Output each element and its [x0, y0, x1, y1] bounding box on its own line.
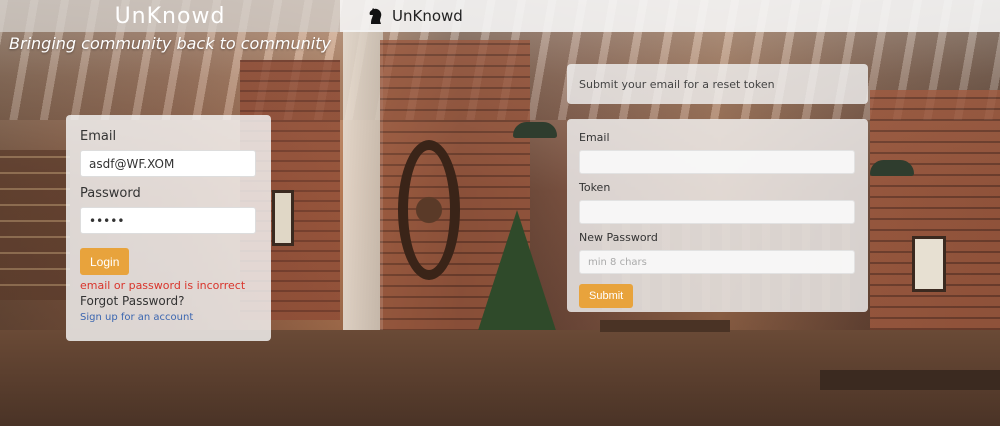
- login-card: Email asdf@WF.XOM Password ••••• Login e…: [66, 115, 271, 341]
- password-reset-card: Email Token New Password min 8 chars Sub…: [567, 119, 868, 312]
- reset-submit-button[interactable]: Submit: [579, 284, 634, 308]
- reset-info-text: Submit your email for a reset token: [579, 77, 775, 91]
- login-error-message: email or password is incorrect: [80, 279, 246, 292]
- reset-new-password-label: New Password: [579, 231, 658, 244]
- login-password-label: Password: [80, 186, 141, 201]
- reset-token-input[interactable]: [579, 200, 855, 224]
- login-email-label: Email: [80, 129, 117, 144]
- forgot-password-link[interactable]: Forgot Password?: [80, 294, 257, 308]
- knight-chess-icon[interactable]: [368, 7, 384, 25]
- login-password-input[interactable]: •••••: [80, 207, 256, 234]
- left-brand-header: UnKnowd: [0, 0, 340, 32]
- top-navbar: UnKnowd: [340, 0, 1000, 32]
- login-email-value: asdf@WF.XOM: [89, 156, 175, 171]
- navbar-brand[interactable]: UnKnowd: [392, 7, 463, 25]
- reset-email-label: Email: [579, 131, 610, 144]
- login-email-input[interactable]: asdf@WF.XOM: [80, 150, 256, 177]
- reset-email-input[interactable]: [579, 150, 855, 174]
- reset-token-label: Token: [579, 181, 611, 194]
- signup-link[interactable]: Sign up for an account: [80, 312, 257, 323]
- tagline: Bringing community back to community: [9, 34, 331, 53]
- reset-info-box: Submit your email for a reset token: [567, 64, 868, 104]
- reset-new-password-input[interactable]: min 8 chars: [579, 250, 855, 274]
- left-brand-title: UnKnowd: [114, 3, 226, 29]
- reset-new-password-placeholder: min 8 chars: [588, 256, 647, 268]
- login-password-value: •••••: [89, 213, 125, 228]
- login-button[interactable]: Login: [80, 248, 130, 275]
